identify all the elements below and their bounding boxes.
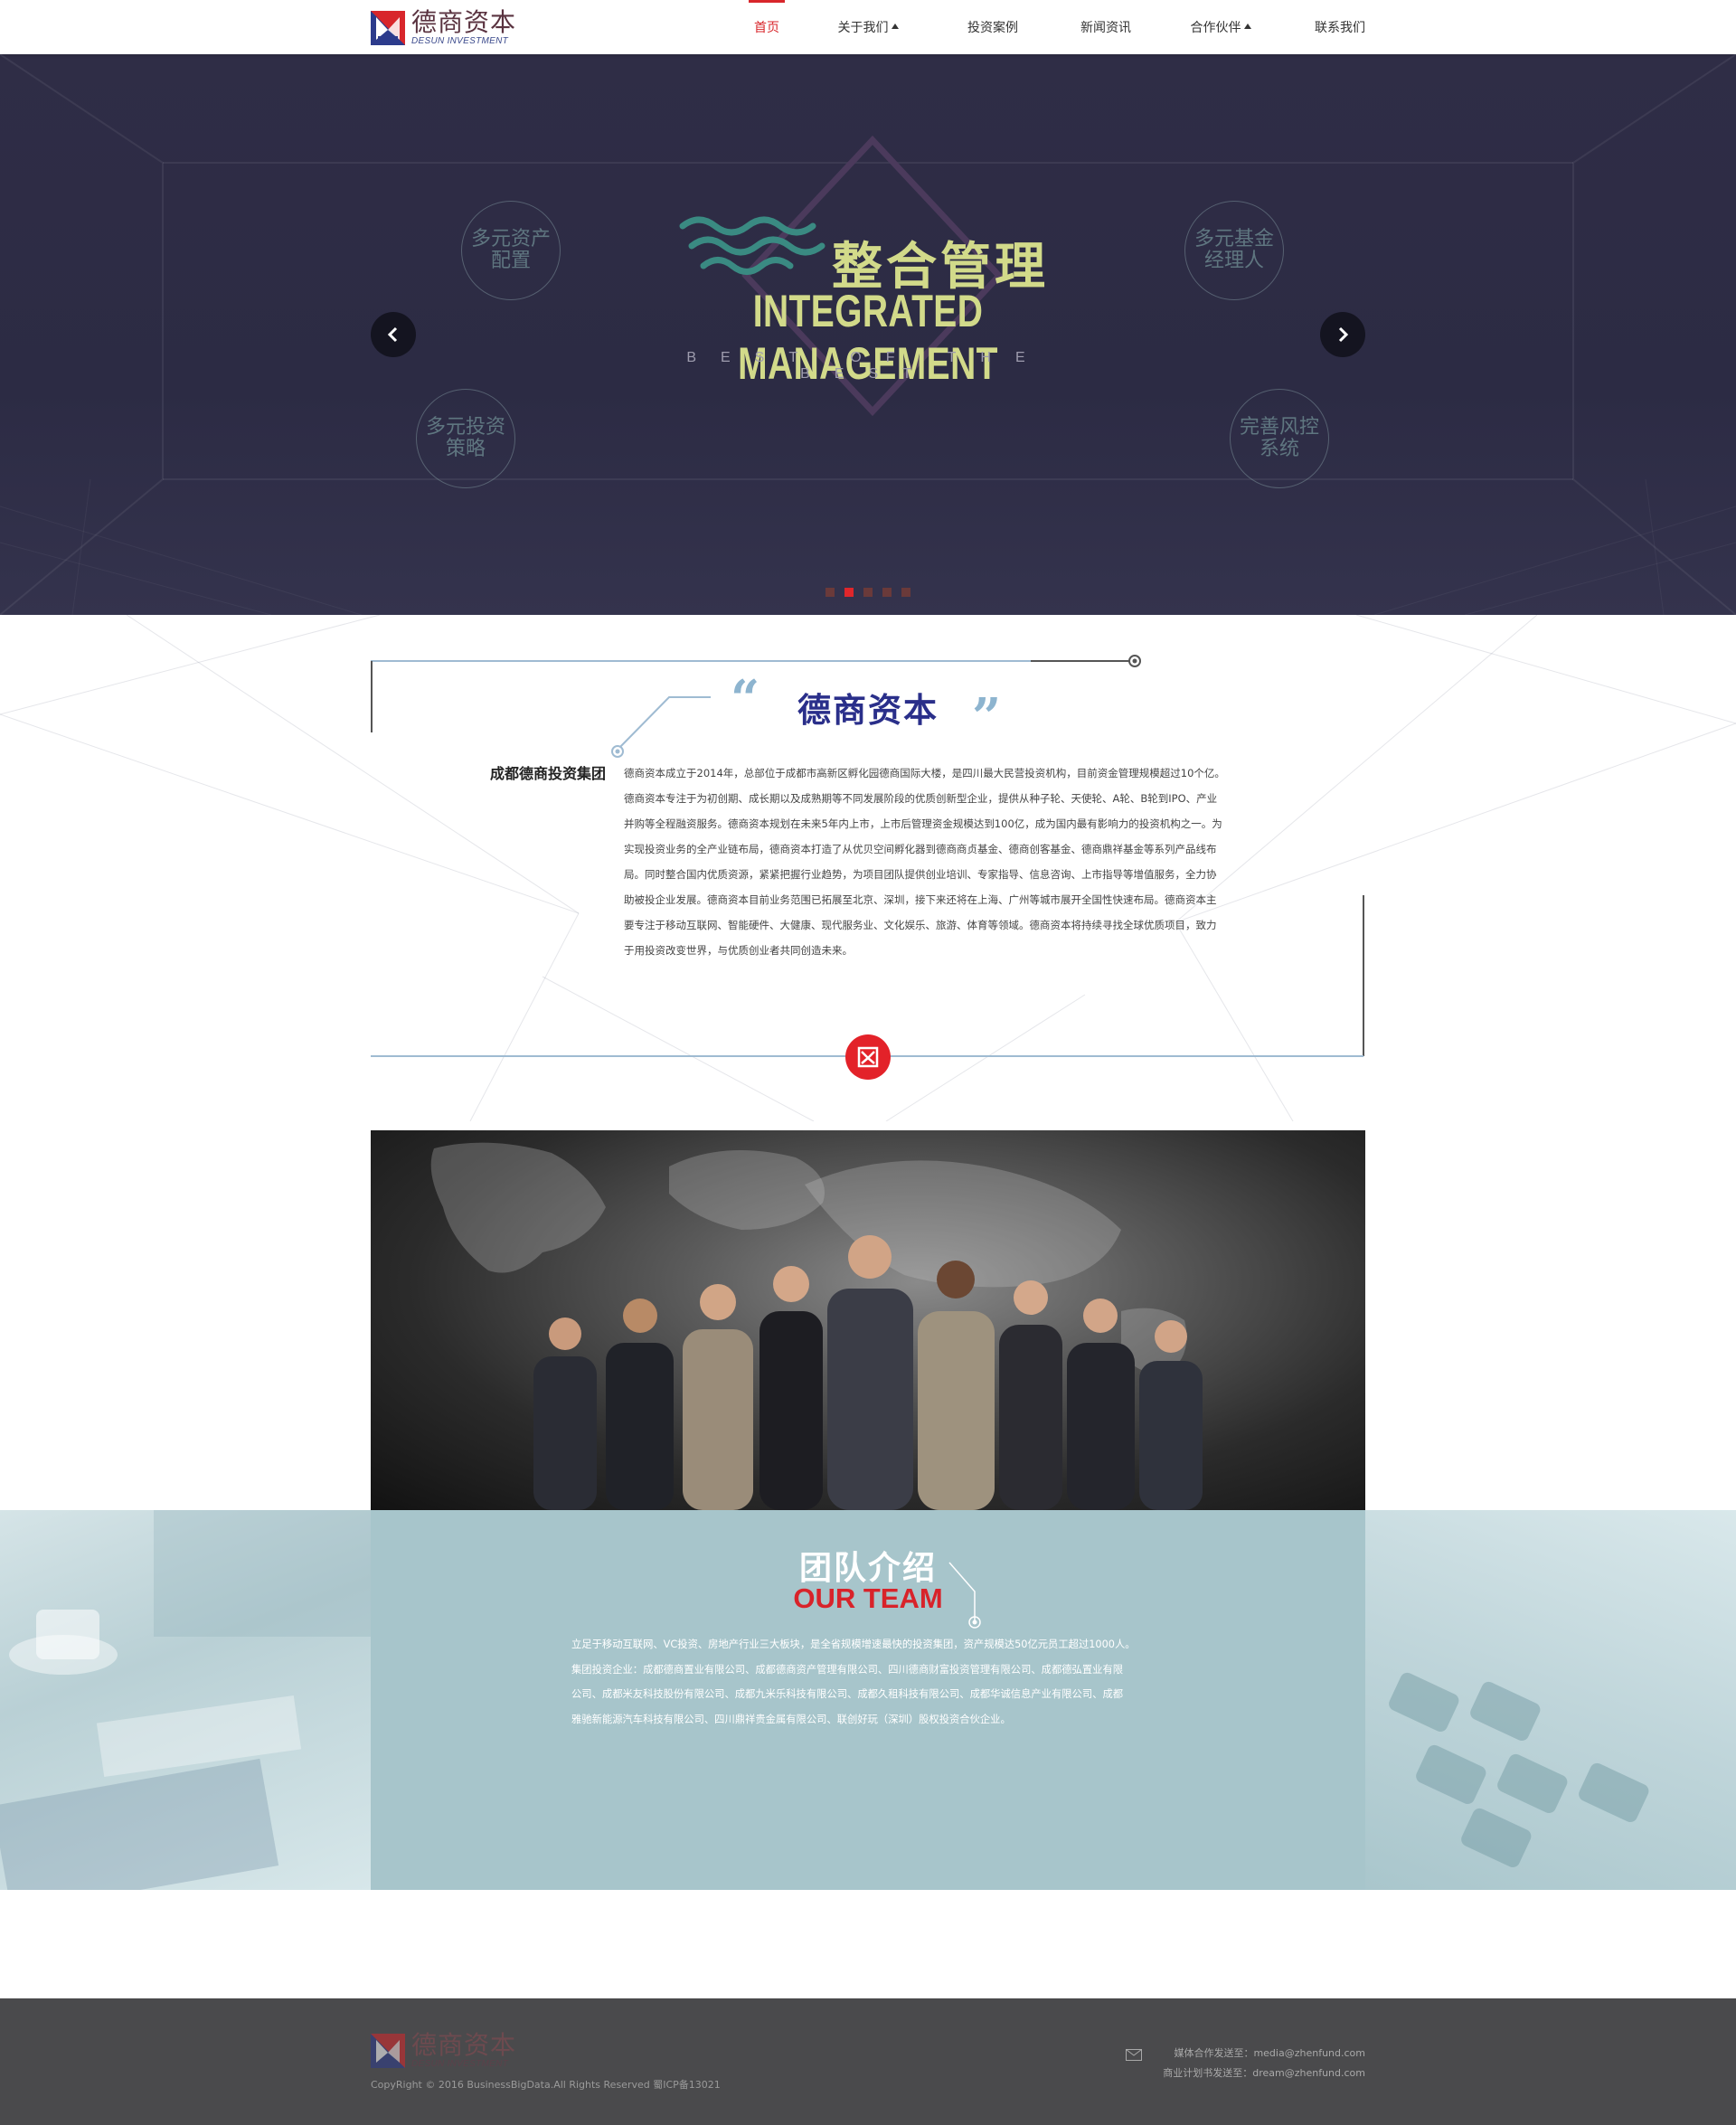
brand-badge-icon: [845, 1034, 891, 1080]
logo-english-name: DESUN INVESTMENT: [411, 36, 509, 46]
carousel-dot[interactable]: [826, 588, 835, 597]
caret-up-icon: [1243, 24, 1251, 29]
site-footer: 德商资本 DESUN INVESTMENT CopyRight © 2016 B…: [0, 1998, 1736, 2125]
open-quote-mark: “: [731, 669, 760, 729]
logo-chinese-name: 德商资本: [411, 7, 517, 37]
intro-line: 并购等全程融资服务。德商资本规划在未来5年内上市，上市后管理资金规模达到100亿…: [624, 817, 1222, 830]
intro-line: 要专注于移动互联网、智能硬件、大健康、现代服务业、文化娱乐、旅游、体育等领域。德…: [624, 919, 1217, 931]
team-people: [533, 1235, 1203, 1510]
chevron-right-icon: [1338, 326, 1349, 343]
carousel-dot-active[interactable]: [844, 588, 854, 597]
intro-line: 实现投资业务的全产业链布局，德商资本打造了从优贝空间孵化器到德商商贞基金、德商创…: [624, 843, 1217, 855]
circle-line-1: 多元资产: [470, 228, 551, 250]
intro-line: 局。同时整合国内优质资源，紧紧把握行业趋势，为项目团队提供创业培训、专家指导、信…: [624, 868, 1217, 881]
footer-logo-english: DESUN INVESTMENT: [411, 2059, 509, 2069]
team-line: 公司、成都米友科技股份有限公司、成都九米乐科技有限公司、成都久租科技有限公司、成…: [571, 1688, 1124, 1700]
nav-cases[interactable]: 投资案例: [957, 0, 1029, 54]
intro-line: 助被投企业发展。德商资本目前业务范围已拓展至北京、深圳，接下来还将在上海、广州等…: [624, 893, 1217, 906]
copyright-text: CopyRight © 2016 BusinessBigData.All Rig…: [371, 2079, 721, 2091]
chevron-left-icon: [387, 326, 398, 343]
nav-about-label: 关于我们: [837, 21, 889, 35]
intro-line: 德商资本专注于为初创期、成长期以及成熟期等不同发展阶段的优质创新型企业，提供从种…: [624, 792, 1218, 805]
intro-line: 于用投资改变世界，与优质创业者共同创造未来。: [624, 944, 853, 957]
carousel-dot[interactable]: [882, 588, 892, 597]
nav-home-label: 首页: [754, 21, 779, 35]
footer-contact: 媒体合作发送至：media@zhenfund.com 商业计划书发送至：drea…: [1126, 2044, 1365, 2083]
footer-logo[interactable]: 德商资本 DESUN INVESTMENT: [370, 2033, 516, 2069]
circle-line-2: 策略: [445, 438, 486, 460]
nav-partners[interactable]: 合作伙伴: [1184, 0, 1257, 54]
intro-title: 德商资本: [797, 691, 939, 730]
nav-news[interactable]: 新闻资讯: [1070, 0, 1142, 54]
team-photo-illustration: [430, 1142, 1203, 1510]
team-section: 团队介绍 OUR TEAM 立足于移动互联网、VC投资、房地产行业三大板块，是全…: [0, 1510, 1736, 1890]
circle-line-1: 多元基金: [1194, 228, 1274, 250]
carousel-prev-button[interactable]: [371, 312, 416, 357]
nav-cases-label: 投资案例: [967, 21, 1018, 35]
circle-line-2: 经理人: [1203, 250, 1264, 272]
carousel-dot[interactable]: [901, 588, 910, 597]
nav-partners-label: 合作伙伴: [1190, 21, 1241, 35]
carousel-next-button[interactable]: [1320, 312, 1365, 357]
nav-news-label: 新闻资讯: [1080, 21, 1131, 35]
team-title-english: OUR TEAM: [793, 1582, 943, 1614]
plan-contact-link[interactable]: 商业计划书发送至：dream@zhenfund.com: [1126, 2064, 1365, 2083]
team-line: 雅驰新能源汽车科技有限公司、四川鼎祥贵金属有限公司、联创好玩（深圳）股权投资合伙…: [571, 1713, 1011, 1725]
nav-contact[interactable]: 联系我们: [1304, 0, 1376, 54]
main-nav: 首页 关于我们 投资案例 新闻资讯 合作伙伴 联系我们: [723, 0, 1374, 54]
media-contact-link[interactable]: 媒体合作发送至：media@zhenfund.com: [1126, 2044, 1365, 2064]
nav-home[interactable]: 首页: [749, 0, 785, 54]
close-quote-mark: ”: [972, 687, 1002, 747]
circle-line-2: 系统: [1259, 438, 1299, 460]
intro-line: 德商资本成立于2014年，总部位于成都市高新区孵化园德商国际大楼，是四川最大民营…: [624, 767, 1225, 779]
team-photo: [371, 1130, 1365, 1510]
circle-line-1: 完善风控: [1239, 416, 1319, 439]
feature-circle-risk-control: 完善风控 系统: [1230, 389, 1329, 488]
hero-banner: 整合管理 INTEGRATED MANAGEMENT BEST OF THE B…: [0, 54, 1736, 615]
carousel-indicators: [826, 588, 910, 597]
team-line: 立足于移动互联网、VC投资、房地产行业三大板块，是全省规模增速最快的投资集团，资…: [571, 1639, 1136, 1650]
intro-body-text: 德商资本成立于2014年，总部位于成都市高新区孵化园德商国际大楼，是四川最大民营…: [624, 760, 1243, 963]
team-body-text: 立足于移动互联网、VC投资、房地产行业三大板块，是全省规模增速最快的投资集团，资…: [571, 1632, 1164, 1732]
company-intro-section: “ 德商资本 ” 成都德商投资集团 德商资本成立于2014年，总部位于成都市高新…: [0, 615, 1736, 1121]
banner-subtitle: BEST OF THE BEST: [686, 350, 1050, 382]
nav-contact-label: 联系我们: [1315, 21, 1365, 35]
site-logo[interactable]: 德商资本 DESUN INVESTMENT: [370, 8, 519, 48]
carousel-dot[interactable]: [863, 588, 873, 597]
feature-circle-investment-strategy: 多元投资 策略: [416, 389, 515, 488]
logo-mark-icon: [371, 2034, 405, 2068]
circle-line-1: 多元投资: [425, 416, 505, 439]
caret-up-icon: [891, 24, 899, 29]
footer-logo-chinese: 德商资本: [411, 2030, 517, 2060]
team-line: 集团投资企业：成都德商置业有限公司、成都德商资产管理有限公司、四川德商财富投资管…: [571, 1663, 1124, 1676]
intro-group-label: 成都德商投资集团: [489, 765, 606, 782]
logo-mark-icon: [371, 11, 405, 45]
feature-circle-fund-managers: 多元基金 经理人: [1184, 201, 1284, 300]
site-header: 德商资本 DESUN INVESTMENT 首页 关于我们 投资案例 新闻资讯 …: [0, 0, 1736, 54]
nav-about[interactable]: 关于我们: [832, 0, 904, 54]
feature-circle-asset-allocation: 多元资产 配置: [461, 201, 561, 300]
circle-line-2: 配置: [490, 250, 531, 272]
